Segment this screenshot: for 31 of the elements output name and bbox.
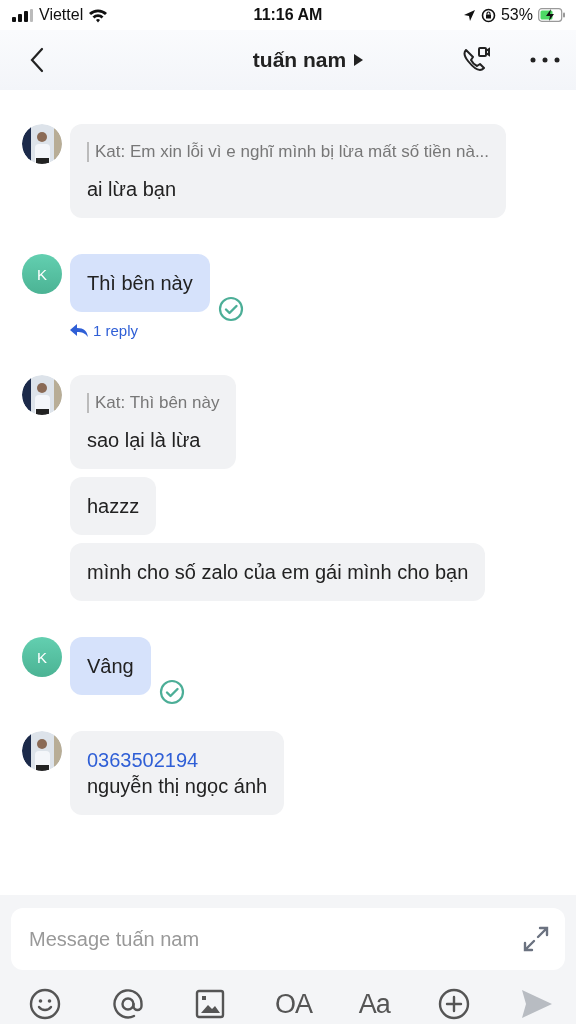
chat-title[interactable]: tuấn nam — [166, 48, 450, 72]
battery-percent: 53% — [500, 6, 533, 24]
message-text: sao lại là lừa — [87, 428, 202, 453]
message-text: Vâng — [87, 654, 134, 679]
toolbar-button[interactable]: OA — [274, 986, 312, 1022]
caret-icon — [354, 54, 364, 66]
carrier-name: Viettel — [39, 6, 84, 24]
quoted-message: Kat: Thì bên này — [87, 393, 220, 413]
quoted-message: Kat: Em xin lỗi vì e nghĩ mình bị lừa mất số tiền nà... — [87, 142, 490, 162]
avatar: K — [22, 254, 62, 294]
message-input[interactable]: Message tuấn nam — [11, 908, 565, 970]
expand-icon[interactable] — [523, 926, 549, 952]
message-text: ai lừa bạn — [87, 177, 177, 202]
phone-link[interactable]: 0363502194 — [87, 747, 268, 773]
clock-time: 11:16 AM — [253, 6, 323, 24]
message-text: hazzz — [87, 494, 140, 519]
back-button[interactable] — [28, 45, 46, 75]
more-options-icon[interactable] — [528, 55, 562, 65]
signal-icon — [12, 8, 34, 22]
toolbar-button[interactable]: Aa — [358, 986, 390, 1022]
emoji-icon[interactable] — [27, 986, 63, 1022]
message-text: nguyễn thị ngọc ánh — [87, 774, 268, 799]
reply-link[interactable]: 1 reply — [70, 322, 139, 339]
wifi-icon — [88, 7, 109, 23]
reply-icon — [70, 323, 88, 338]
message-text: Thì bên này — [87, 271, 193, 296]
rotation-lock-icon — [480, 7, 496, 23]
battery-charging-icon — [538, 8, 566, 22]
location-icon — [462, 8, 476, 22]
message-text: mình cho số zalo của em gái mình cho bạn — [87, 560, 469, 585]
avatar: K — [22, 637, 62, 677]
